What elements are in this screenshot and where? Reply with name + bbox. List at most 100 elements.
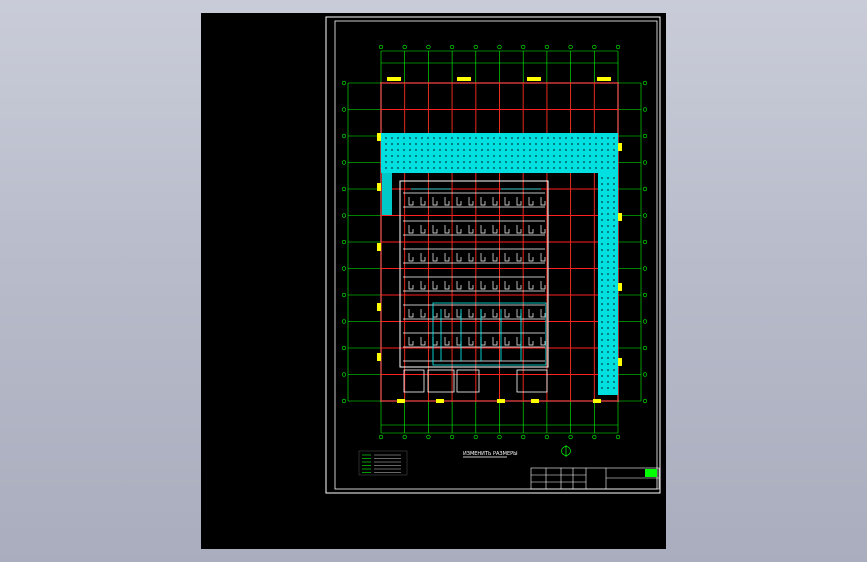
diffuser: [535, 137, 537, 139]
diffuser: [439, 137, 441, 139]
duct-branch: [480, 197, 486, 206]
diffuser: [607, 303, 609, 305]
diffuser: [601, 369, 603, 371]
duct-branch: [468, 309, 474, 318]
diffuser: [613, 149, 615, 151]
duct-branch: [468, 225, 474, 234]
cad-viewport[interactable]: ИЗМЕНИТЬ РАЗМЕРЫ: [201, 13, 666, 549]
diffuser: [499, 155, 501, 157]
duct-branch: [420, 281, 426, 290]
axis-bubble: [642, 160, 648, 165]
duct-branch: [540, 253, 546, 262]
diffuser: [409, 149, 411, 151]
duct-branch: [504, 253, 510, 262]
diffuser: [613, 291, 615, 293]
diffuser: [613, 255, 615, 257]
diffuser: [613, 177, 615, 179]
diffuser: [451, 167, 453, 169]
diffuser: [415, 161, 417, 163]
duct-branch: [432, 253, 438, 262]
diffuser: [607, 177, 609, 179]
duct-branch: [528, 281, 534, 290]
diffuser: [529, 155, 531, 157]
diffuser: [415, 137, 417, 139]
diffuser: [613, 297, 615, 299]
diffuser: [583, 155, 585, 157]
diffuser: [553, 149, 555, 151]
diffuser: [613, 369, 615, 371]
diffuser: [601, 381, 603, 383]
diffuser: [601, 285, 603, 287]
diffuser: [613, 339, 615, 341]
duct-branch: [504, 225, 510, 234]
axis-bubble: [642, 345, 648, 351]
diffuser: [613, 315, 615, 317]
duct-branch: [504, 337, 510, 346]
diffuser: [541, 149, 543, 151]
diffuser: [613, 363, 615, 365]
column-marker: [618, 283, 622, 291]
diffuser: [607, 219, 609, 221]
diffuser: [613, 137, 615, 139]
diffuser: [577, 161, 579, 163]
diffuser: [571, 167, 573, 169]
diffuser: [427, 149, 429, 151]
axis-bubble: [544, 44, 550, 50]
diffuser: [499, 137, 501, 139]
diffuser: [565, 155, 567, 157]
diffuser: [595, 149, 597, 151]
diffuser: [403, 149, 405, 151]
diffuser: [607, 225, 609, 227]
duct-branch: [432, 281, 438, 290]
diffuser: [523, 167, 525, 169]
duct-branch: [540, 225, 546, 234]
diffuser: [469, 167, 471, 169]
diffuser: [541, 143, 543, 145]
diffuser: [409, 137, 411, 139]
duct-branch: [420, 225, 426, 234]
duct-branch: [432, 225, 438, 234]
diffuser: [559, 161, 561, 163]
axis-bubble: [341, 80, 347, 86]
duct-branch: [480, 281, 486, 290]
diffuser: [601, 375, 603, 377]
diffuser: [607, 333, 609, 335]
axis-bubble: [615, 44, 621, 50]
duct-branch: [528, 197, 534, 206]
diffuser: [385, 149, 387, 151]
column-marker: [618, 358, 622, 366]
diffuser: [403, 167, 405, 169]
diffuser: [481, 155, 483, 157]
diffuser: [613, 201, 615, 203]
diffuser: [565, 137, 567, 139]
diffuser: [457, 143, 459, 145]
diffuser: [607, 327, 609, 329]
diffuser: [529, 161, 531, 163]
diffuser: [607, 291, 609, 293]
diffuser: [601, 225, 603, 227]
diffuser: [559, 155, 561, 157]
axis-bubble: [341, 292, 347, 298]
duct-branch: [444, 197, 450, 206]
duct-branch: [528, 337, 534, 346]
diffuser: [571, 137, 573, 139]
diffuser: [613, 381, 615, 383]
diffuser: [601, 351, 603, 353]
axis-bubble: [341, 372, 347, 377]
duct-branch: [516, 281, 522, 290]
diffuser: [613, 195, 615, 197]
diffuser: [469, 137, 471, 139]
duct-branch: [420, 253, 426, 262]
diffuser: [577, 155, 579, 157]
diffuser: [409, 161, 411, 163]
diffuser: [397, 161, 399, 163]
diffuser: [607, 387, 609, 389]
diffuser: [613, 357, 615, 359]
diffuser: [601, 167, 603, 169]
diffuser: [517, 143, 519, 145]
duct-branch: [540, 281, 546, 290]
diffuser: [487, 155, 489, 157]
diffuser: [601, 189, 603, 191]
diffuser: [601, 143, 603, 145]
diffuser: [469, 149, 471, 151]
